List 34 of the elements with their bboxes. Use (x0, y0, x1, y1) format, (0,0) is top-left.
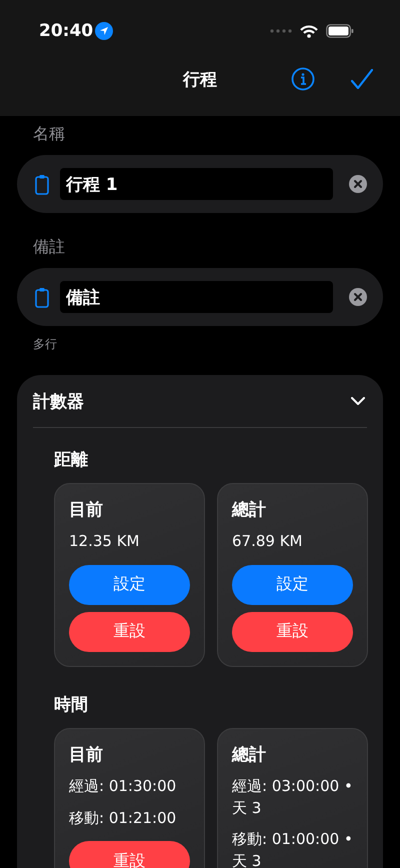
reset-button[interactable]: 重設 (69, 612, 190, 652)
tile-value: 67.89 KM (232, 531, 304, 552)
field-label: 名稱 (32, 124, 66, 145)
status-time: 20:40 (39, 21, 94, 41)
field-hint: 多行 (32, 336, 58, 353)
group-title: 時間 (54, 694, 89, 716)
section-title: 計數器 (33, 390, 84, 412)
checkmark-icon[interactable] (351, 69, 373, 89)
battery-icon (326, 24, 354, 38)
tile-value: 12.35 KM (69, 531, 140, 552)
field-label: 備註 (32, 237, 66, 258)
clear-icon[interactable] (349, 288, 367, 306)
reset-button[interactable]: 重設 (69, 841, 190, 868)
location-icon (95, 22, 114, 40)
reset-button[interactable]: 重設 (232, 612, 353, 652)
tile-title: 總計 (232, 744, 267, 766)
nav-title: 行程 (183, 68, 217, 90)
clipboard-icon (35, 286, 49, 308)
clipboard-icon (35, 174, 49, 194)
tile-title: 目前 (69, 499, 104, 521)
tile-title: 目前 (69, 744, 104, 766)
tile-value: 經過: 03:00:00 • 天 3 (232, 776, 353, 818)
set-button[interactable]: 設定 (232, 564, 353, 605)
set-button[interactable]: 設定 (69, 564, 190, 605)
tile-value: 移動: 01:00:00 • 天 3 (232, 829, 353, 868)
clear-icon[interactable] (349, 175, 367, 193)
tile-value: 經過: 01:30:00 (69, 776, 178, 797)
tile-value: 移動: 01:21:00 (69, 808, 178, 828)
signal-icon (270, 29, 292, 33)
chevron-icon[interactable] (351, 396, 365, 406)
wifi-icon (300, 24, 318, 38)
info-icon[interactable] (291, 67, 315, 91)
tile-title: 總計 (232, 499, 267, 521)
group-title: 距離 (54, 449, 89, 471)
